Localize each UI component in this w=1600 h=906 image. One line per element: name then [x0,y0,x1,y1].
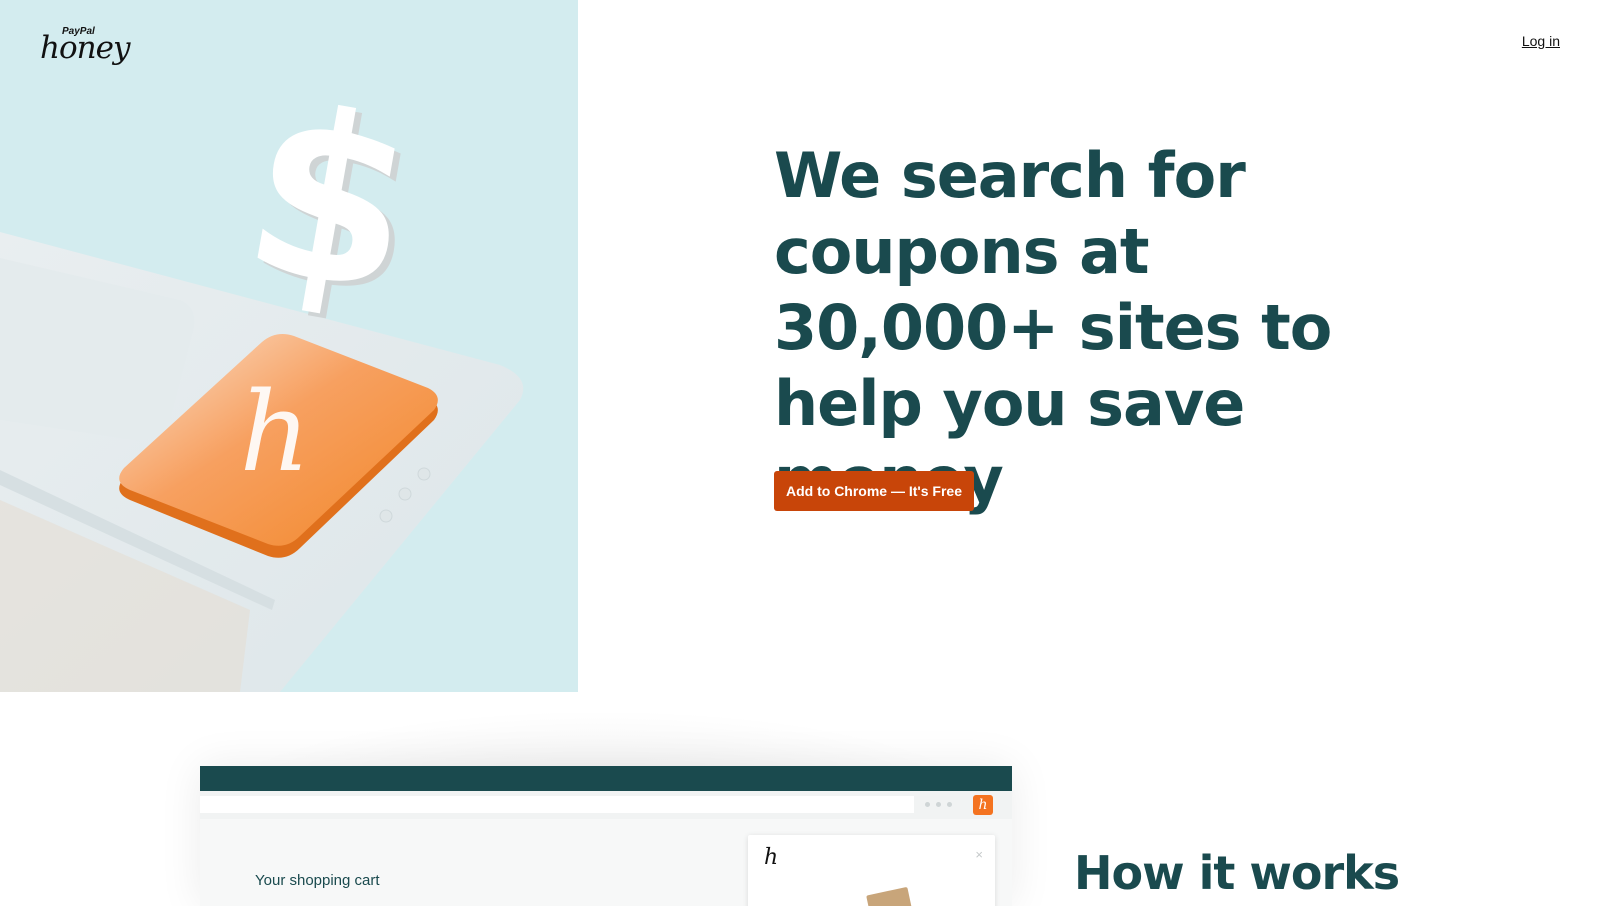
logo-honey-text: honey [40,30,130,66]
how-it-works-title: How it works [1074,846,1400,900]
add-to-chrome-button[interactable]: Add to Chrome — It's Free [774,471,974,511]
coupon-ticket-icon [866,886,912,906]
browser-mockup: h Your shopping cart h × [200,766,1012,906]
shopping-cart-title: Your shopping cart [255,872,380,889]
svg-text:h: h [240,368,311,496]
board-dot [417,467,431,481]
toolbar-dot-icon [936,802,941,807]
board-dot [379,509,393,523]
honey-logo-icon: h [764,845,779,870]
toolbar-dot-icon [947,802,952,807]
browser-address-bar [200,796,914,813]
hero-illustration-art: $ $ h [0,56,524,692]
login-link[interactable]: Log in [1522,33,1560,49]
board-dot [398,487,412,501]
paypal-honey-logo[interactable]: PayPal honey [40,26,130,66]
browser-toolbar: h [200,791,1012,819]
browser-page: Your shopping cart h × [200,819,1012,906]
honey-extension-icon: h [973,795,993,815]
hero-illustration: $ $ h [0,0,578,692]
honey-popup: h × [748,835,995,906]
dollar-sign-icon: $ $ [228,56,438,352]
toolbar-dot-icon [925,802,930,807]
close-icon: × [975,847,983,862]
browser-title-bar [200,766,1012,791]
svg-text:$: $ [228,56,432,347]
hero-headline: We search for coupons at 30,000+ sites t… [774,139,1332,516]
